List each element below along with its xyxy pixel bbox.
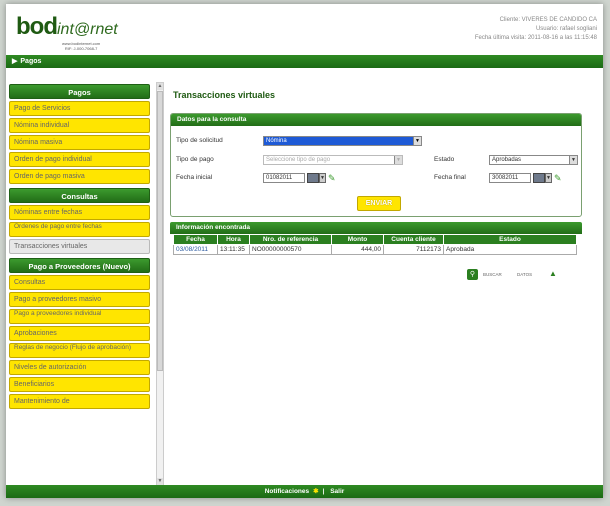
fecha-inicial-input[interactable]: 01082011 — [263, 173, 305, 183]
sidebar-item-beneficiarios[interactable]: Beneficiarios — [9, 377, 150, 392]
tipo-solicitud-select[interactable]: Nómina ▼ — [263, 136, 422, 146]
sidebar-item-pago-servicios[interactable]: Pago de Servicios — [9, 101, 150, 116]
scroll-down-icon[interactable]: ▼ — [157, 478, 163, 485]
sidebar-item-niveles[interactable]: Niveles de autorización — [9, 360, 150, 375]
calendar-icon[interactable] — [533, 173, 545, 183]
chevron-down-icon[interactable]: ▼ — [319, 173, 326, 183]
footer-separator: | — [322, 488, 325, 495]
logo-tel-text: RIF: J-000-7068-7 — [64, 46, 98, 51]
user-name: Usuario: rafael sogliani — [535, 26, 597, 32]
col-monto[interactable]: Monto — [331, 234, 384, 245]
results-header: Información encontrada — [170, 222, 582, 234]
col-hora[interactable]: Hora — [217, 234, 250, 245]
calendar-icon[interactable] — [307, 173, 319, 183]
sidebar-item-ordenes-fechas[interactable]: Órdenes de pago entre fechas — [9, 222, 150, 237]
sidebar-item-orden-masiva[interactable]: Orden de pago masiva — [9, 169, 150, 184]
user-info: Cliente: VIVERES DE CANDIDO CA Usuario: … — [475, 16, 597, 43]
estado-select[interactable]: Aprobadas ▼ — [489, 155, 578, 165]
tipo-solicitud-label: Tipo de solicitud — [176, 137, 223, 144]
bod-logo[interactable]: bodint@rnet — [16, 13, 118, 41]
tipo-pago-label: Tipo de pago — [176, 156, 214, 163]
collapse-icon[interactable]: ▲ — [549, 269, 557, 278]
search-label[interactable]: BUSCAR — [483, 272, 502, 277]
chevron-down-icon: ▼ — [394, 156, 402, 164]
chevron-down-icon: ▼ — [413, 137, 421, 145]
sidebar-item-orden-individual[interactable]: Orden de pago individual — [9, 152, 150, 167]
query-form-header: Datos para la consulta — [171, 114, 581, 126]
table-row[interactable]: 03/08/2011 13:11:35 NO00000000570 444,00… — [173, 244, 577, 255]
header: bodint@rnet www.bodinternet.com RIF: J-00… — [6, 4, 603, 56]
chevron-down-icon: ▼ — [569, 156, 577, 164]
col-cuenta[interactable]: Cuenta cliente — [383, 234, 444, 245]
sidebar-section-consultas[interactable]: Consultas — [9, 188, 150, 203]
sidebar-item-mantenimiento[interactable]: Mantenimiento de — [9, 394, 150, 409]
sidebar-item-nomina-masiva[interactable]: Nómina masiva — [9, 135, 150, 150]
scroll-thumb[interactable] — [157, 91, 163, 371]
search-icon[interactable]: ⚲ — [467, 269, 478, 280]
notifications-link[interactable]: Notificaciones — [265, 488, 309, 495]
cell-hora: 13:11:35 — [217, 244, 250, 255]
arrow-right-icon: ▶ — [12, 58, 18, 65]
cell-estado: Aprobada — [443, 244, 577, 255]
query-form: Datos para la consulta Tipo de solicitud… — [170, 113, 582, 217]
sidebar-item-reglas-negocio[interactable]: Reglas de negocio (Flujo de aprobación) — [9, 343, 150, 358]
clear-date-icon[interactable]: ✎ — [328, 173, 338, 183]
last-visit: Fecha última visita: 2011-08-16 a las 11… — [474, 35, 597, 41]
table-tools: ⚲ BUSCAR DATOS ▲ — [467, 269, 577, 281]
logo-main: bod — [16, 13, 58, 40]
sidebar-item-nomina-individual[interactable]: Nómina individual — [9, 118, 150, 133]
sidebar: Pagos Pago de Servicios Nómina individua… — [6, 80, 153, 485]
cell-cuenta: 7112173 — [383, 244, 444, 255]
fecha-inicial-label: Fecha inicial — [176, 174, 213, 181]
client-name: Cliente: VIVERES DE CANDIDO CA — [499, 17, 597, 23]
sidebar-item-nominas-fechas[interactable]: Nóminas entre fechas — [9, 205, 150, 220]
col-fecha[interactable]: Fecha — [173, 234, 218, 245]
sidebar-section-pagos[interactable]: Pagos — [9, 84, 150, 99]
fecha-final-label: Fecha final — [434, 174, 466, 181]
col-referencia[interactable]: Nro. de referencia — [249, 234, 332, 245]
clear-date-icon[interactable]: ✎ — [554, 173, 564, 183]
sidebar-item-pago-individual[interactable]: Pago a proveedores individual — [9, 309, 150, 324]
results-panel: Información encontrada Fecha Hora Nro. d… — [170, 222, 582, 294]
estado-value: Aprobadas — [492, 157, 522, 163]
logo-sub: int@rnet — [56, 21, 118, 38]
scroll-up-icon[interactable]: ▲ — [157, 83, 163, 90]
footer: Notificaciones ✱ | Salir — [6, 485, 603, 498]
page-title: Transacciones virtuales — [173, 90, 276, 100]
results-table: Fecha Hora Nro. de referencia Monto Cuen… — [173, 234, 577, 255]
sidebar-scrollbar[interactable]: ▲ ▼ — [156, 82, 164, 486]
table-header-row: Fecha Hora Nro. de referencia Monto Cuen… — [173, 234, 577, 245]
data-label[interactable]: DATOS — [517, 272, 532, 277]
enviar-button[interactable]: ENVIAR — [357, 196, 401, 211]
app-window: bodint@rnet www.bodinternet.com RIF: J-00… — [6, 4, 603, 498]
sidebar-item-aprobaciones[interactable]: Aprobaciones — [9, 326, 150, 341]
tipo-solicitud-value: Nómina — [266, 138, 287, 144]
tipo-pago-placeholder: Seleccione tipo de pago — [266, 157, 331, 163]
col-estado[interactable]: Estado — [443, 234, 577, 245]
fecha-final-input[interactable]: 30082011 — [489, 173, 531, 183]
cell-fecha[interactable]: 03/08/2011 — [173, 244, 218, 255]
breadcrumb-label: Pagos — [20, 58, 42, 65]
estado-label: Estado — [434, 156, 455, 163]
cell-monto: 444,00 — [331, 244, 384, 255]
cell-referencia: NO00000000570 — [249, 244, 332, 255]
logo-url: www.bodinternet.com RIF: J-000-7068-7 — [62, 41, 100, 51]
main-content: Transacciones virtuales Datos para la co… — [170, 82, 595, 294]
sidebar-item-pago-masivo[interactable]: Pago a proveedores masivo — [9, 292, 150, 307]
chevron-down-icon[interactable]: ▼ — [545, 173, 552, 183]
sidebar-section-proveedores[interactable]: Pago a Proveedores (Nuevo) — [9, 258, 150, 273]
breadcrumb: ▶ Pagos — [6, 55, 603, 68]
sidebar-item-transacciones-virtuales[interactable]: Transacciones virtuales — [9, 239, 150, 254]
tipo-pago-select[interactable]: Seleccione tipo de pago ▼ — [263, 155, 403, 165]
notification-star-icon[interactable]: ✱ — [313, 488, 318, 495]
logout-link[interactable]: Salir — [330, 488, 344, 495]
sidebar-item-consultas[interactable]: Consultas — [9, 275, 150, 290]
